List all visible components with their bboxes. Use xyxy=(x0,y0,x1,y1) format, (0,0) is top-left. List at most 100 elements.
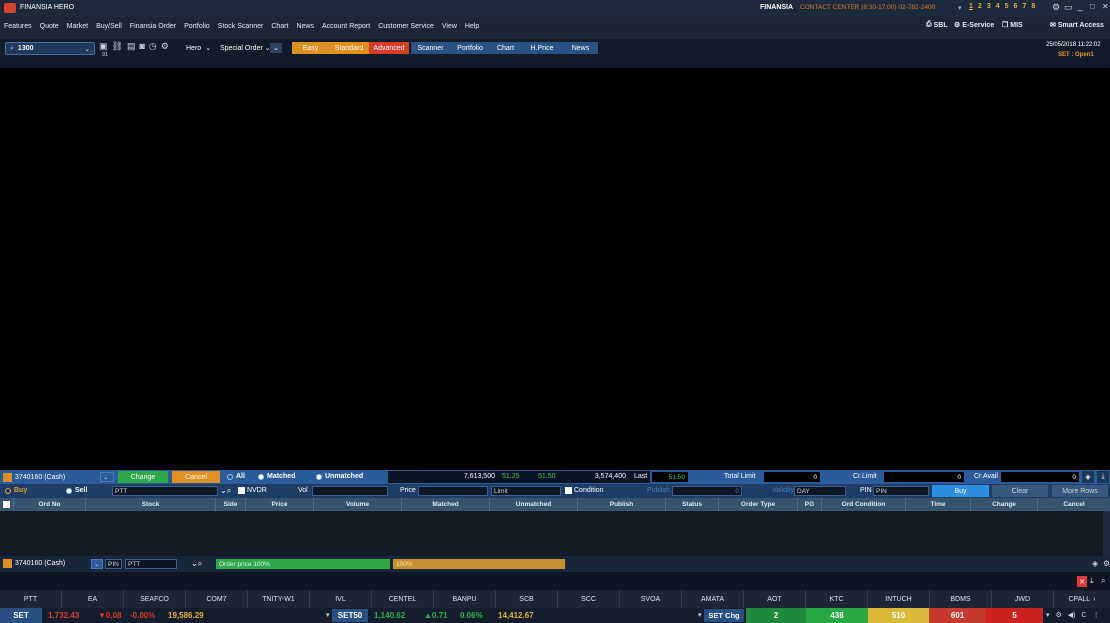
menu-portfolio[interactable]: Portfolio xyxy=(184,23,210,30)
tab-advanced[interactable]: Advanced xyxy=(369,42,409,54)
col-change[interactable]: Change xyxy=(971,498,1038,511)
settings-icon[interactable]: ⚙ xyxy=(1052,2,1060,13)
smart-access-button[interactable]: ✉ Smart Access xyxy=(1050,21,1104,30)
filter-all-radio[interactable]: All xyxy=(227,473,245,480)
sbl-button[interactable]: ⎙ SBL xyxy=(926,21,948,29)
order-price-slider[interactable]: Order price 100% xyxy=(216,559,390,569)
ticker-item[interactable]: COM7 xyxy=(186,590,248,608)
e-service-button[interactable]: ⚙ E-Service xyxy=(954,21,994,30)
ticker-item[interactable]: AOT xyxy=(744,590,806,608)
menu-buy-sell[interactable]: Buy/Sell xyxy=(96,23,122,30)
pin-input[interactable]: PIN xyxy=(873,486,929,496)
more-icon[interactable]: ⋮ xyxy=(1093,611,1100,619)
menu-quote[interactable]: Quote xyxy=(40,23,59,30)
menu-help[interactable]: Help xyxy=(465,23,479,30)
quick-stock-search-icon[interactable]: ⌄⌕ xyxy=(191,559,202,569)
set-chg-label[interactable]: SET Chg xyxy=(704,609,744,622)
chevron-down-icon[interactable]: ▾ xyxy=(698,611,702,619)
publish-input[interactable]: 0 xyxy=(672,486,742,496)
quick-pin-input[interactable]: PIN xyxy=(105,559,122,569)
chevron-down-icon[interactable]: ⌄ xyxy=(84,45,90,53)
order-type-select[interactable]: Limit xyxy=(491,486,561,496)
settings-circle-icon[interactable]: ⚙ xyxy=(161,41,169,52)
col-cancel[interactable]: Cancel xyxy=(1038,498,1110,511)
settings-icon[interactable]: ⚙ xyxy=(1103,559,1110,568)
workspace-tab-3[interactable]: 3 xyxy=(987,3,991,10)
menu-account-report[interactable]: Account Report xyxy=(322,23,370,30)
ticker-item[interactable]: SCB xyxy=(496,590,558,608)
ticker-item[interactable]: IVL xyxy=(310,590,372,608)
col-pg[interactable]: PG xyxy=(798,498,822,511)
minimize-icon[interactable]: _ xyxy=(1078,1,1083,11)
hero-dropdown[interactable]: Hero ⌄ xyxy=(186,42,211,54)
close-icon[interactable]: ✕ xyxy=(1102,2,1109,11)
col-publish[interactable]: Publish xyxy=(578,498,666,511)
restore-icon[interactable]: □ xyxy=(1090,2,1095,11)
tab-easy[interactable]: Easy xyxy=(292,42,329,54)
tag-icon[interactable]: ◈ xyxy=(1092,559,1098,568)
ticker-item[interactable]: BDMS xyxy=(930,590,992,608)
chevron-down-button[interactable]: ⌄ xyxy=(270,43,282,53)
symbol-search-input[interactable]: ⌕ 1300 ⌄ xyxy=(5,42,95,55)
ticker-item[interactable]: SVOA xyxy=(620,590,682,608)
search-icon[interactable]: ⌕ xyxy=(1101,576,1105,586)
quick-account-selector[interactable]: 3740160 (Cash) xyxy=(3,559,65,568)
price-input[interactable] xyxy=(418,486,488,496)
menu-market[interactable]: Market xyxy=(67,23,88,30)
percent-slider[interactable]: 100% xyxy=(393,559,565,569)
ticker-item[interactable]: CENTEL xyxy=(372,590,434,608)
validity-select[interactable]: DAY xyxy=(794,486,846,496)
ticker-item[interactable]: AMATA xyxy=(682,590,744,608)
download-icon[interactable]: ⤓ xyxy=(1097,471,1109,483)
workspace-tab-6[interactable]: 6 xyxy=(1014,3,1018,10)
workspace-tab-8[interactable]: 8 xyxy=(1031,3,1035,10)
workspace-tab-4[interactable]: 4 xyxy=(996,3,1000,10)
ticker-item[interactable]: EA xyxy=(62,590,124,608)
buy-radio[interactable]: Buy xyxy=(5,487,27,494)
camera-icon[interactable]: ◙ xyxy=(139,41,144,51)
buy-submit-button[interactable]: Buy xyxy=(932,485,989,497)
sell-radio[interactable]: Sell xyxy=(66,487,87,494)
tab-standard[interactable]: Standard xyxy=(329,42,369,54)
volume-icon[interactable]: ◀) xyxy=(1068,611,1076,619)
refresh-icon[interactable]: C xyxy=(1082,612,1087,619)
special-order-dropdown[interactable]: Special Order ⌄ xyxy=(220,42,271,54)
account-dropdown-button[interactable]: ⌄ xyxy=(100,472,114,482)
col-side[interactable]: Side xyxy=(216,498,246,511)
clear-button[interactable]: Clear xyxy=(992,485,1048,497)
change-button[interactable]: Change xyxy=(118,471,168,483)
col-stock[interactable]: Stock xyxy=(86,498,216,511)
quick-account-dropdown[interactable]: ⌄ xyxy=(91,559,103,569)
ticker-item[interactable]: TNITY-W1 xyxy=(248,590,310,608)
account-selector[interactable]: 3740160 (Cash) xyxy=(3,472,65,482)
set50-index-label[interactable]: SET50 xyxy=(332,609,368,622)
grid-scrollbar[interactable] xyxy=(1103,511,1110,556)
chat-icon[interactable]: ▭ xyxy=(1064,2,1073,13)
cancel-order-button[interactable]: Cancel xyxy=(172,471,220,483)
clock-icon[interactable]: ◷ xyxy=(149,41,157,52)
dropdown-chevron-icon[interactable]: ▾ xyxy=(958,4,962,12)
col-matched[interactable]: Matched xyxy=(402,498,490,511)
ticker-item[interactable]: BANPU xyxy=(434,590,496,608)
more-rows-button[interactable]: More Rows xyxy=(1052,485,1108,497)
tab-news[interactable]: News xyxy=(563,42,598,54)
quick-stock-input[interactable]: PTT xyxy=(125,559,177,569)
filter-matched-radio[interactable]: Matched xyxy=(258,473,295,480)
set-index-label[interactable]: SET xyxy=(0,608,42,623)
stock-search-icon[interactable]: ⌄⌕ xyxy=(220,486,231,496)
close-icon[interactable]: ✕ xyxy=(1077,576,1087,587)
menu-customer-service[interactable]: Customer Service xyxy=(378,23,434,30)
col-ord-no[interactable]: Ord No xyxy=(14,498,86,511)
tab-scanner[interactable]: Scanner xyxy=(411,42,450,54)
ticker-item[interactable]: SCC xyxy=(558,590,620,608)
mis-button[interactable]: ❐ MIS xyxy=(1002,21,1023,30)
col-order-type[interactable]: Order Type xyxy=(719,498,798,511)
menu-news[interactable]: News xyxy=(296,23,314,30)
ticker-item[interactable]: INTUCH xyxy=(868,590,930,608)
nvdr-checkbox[interactable]: NVDR xyxy=(238,487,267,494)
chevron-down-icon[interactable]: ▾ xyxy=(326,611,330,619)
ticker-item-last[interactable]: CPALL › xyxy=(1054,590,1110,608)
tag-icon[interactable]: ◈ xyxy=(1082,471,1094,483)
ticker-item[interactable]: PTT xyxy=(0,590,62,608)
volume-input[interactable] xyxy=(312,486,388,496)
